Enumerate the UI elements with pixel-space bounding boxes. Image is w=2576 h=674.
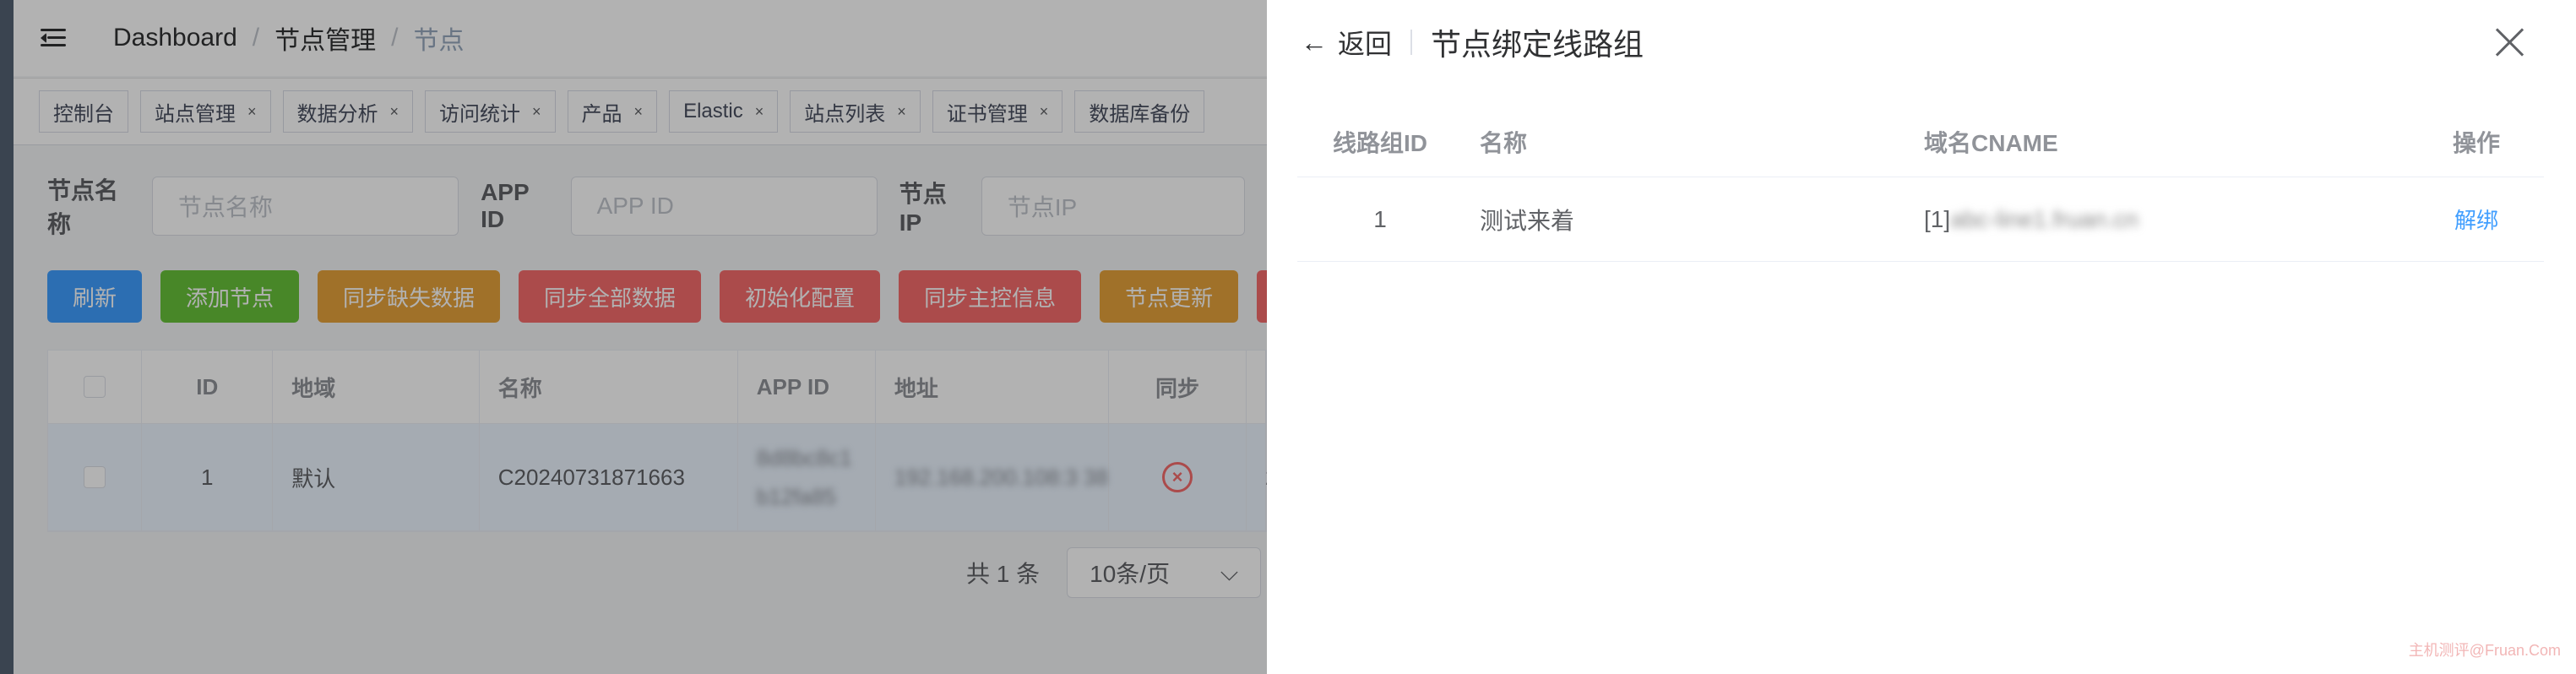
col-domain-cname: 域名CNAME: [1924, 129, 2058, 156]
cell-domain-cname: [1]abc-line1.fruan.cn: [1924, 205, 2139, 232]
unbind-link[interactable]: 解绑: [2454, 208, 2498, 233]
modal-overlay[interactable]: [14, 0, 1267, 674]
drawer-header: ← 返回 节点绑定线路组: [1267, 0, 2576, 84]
cell-line-group-id: 1: [1373, 205, 1387, 232]
sidebar-collapsed: [0, 0, 14, 674]
cell-line-group-name: 测试来着: [1480, 207, 1575, 234]
bind-line-group-drawer: ← 返回 节点绑定线路组 线路组ID 名称 域名CNAME 操作 1 测试来着 …: [1267, 0, 2576, 674]
col-line-group-id: 线路组ID: [1332, 129, 1427, 156]
app-root: Dashboard / 节点管理 / 节点 控制台 站点管理 × 数据分析 × 访问…: [0, 0, 2576, 674]
drawer-title: 节点绑定线路组: [1431, 27, 1644, 62]
back-button[interactable]: ← 返回: [1301, 23, 1392, 62]
arrow-left-icon: ←: [1301, 26, 1328, 57]
close-icon[interactable]: [2492, 24, 2529, 61]
table-header-row: 线路组ID 名称 域名CNAME 操作: [1297, 106, 2544, 177]
col-actions: 操作: [2452, 129, 2500, 156]
line-group-table: 线路组ID 名称 域名CNAME 操作 1 测试来着 [1]abc-line1.…: [1297, 106, 2544, 262]
header-divider: [1410, 30, 1413, 55]
col-name: 名称: [1480, 129, 1528, 156]
table-row: 1 测试来着 [1]abc-line1.fruan.cn 解绑: [1297, 177, 2544, 262]
watermark: 主机测评@Fruan.Com: [2408, 642, 2561, 659]
